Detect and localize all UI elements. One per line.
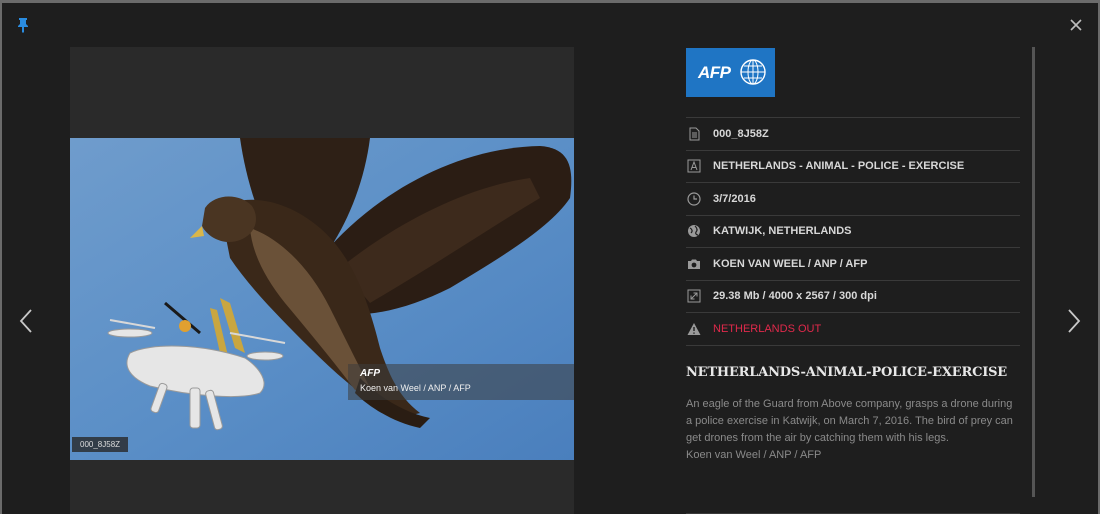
camera-icon (688, 259, 700, 269)
globe-icon (688, 225, 700, 238)
photo-id-badge: 000_8J58Z (72, 437, 129, 452)
warning-icon (687, 322, 701, 335)
photo-credit-overlay: AFP Koen van Weel / ANP / AFP (348, 364, 574, 400)
meta-row-photographer: KOEN VAN WEEL / ANP / AFP (686, 248, 1020, 281)
photo-headline: NETHERLANDS-ANIMAL-POLICE-EXERCISE (686, 365, 1008, 380)
eagle-drone-photo[interactable]: AFP Koen van Weel / ANP / AFP 000_8J58Z (70, 138, 574, 460)
document-icon (689, 127, 700, 141)
close-icon[interactable] (1068, 17, 1084, 33)
previous-arrow-icon[interactable] (18, 308, 34, 334)
photo-caption: An eagle of the Guard from Above company… (686, 396, 1016, 464)
meta-row-date: 3/7/2016 (686, 183, 1020, 216)
afp-logo: AFP (686, 48, 775, 97)
photo-credit-text: Koen van Weel / ANP / AFP (360, 383, 471, 393)
meta-row-restriction: NETHERLANDS OUT (686, 313, 1020, 346)
resize-icon (687, 289, 701, 303)
meta-title-text: NETHERLANDS - ANIMAL - POLICE - EXERCISE (713, 160, 965, 173)
meta-row-id: 000_8J58Z (686, 118, 1020, 151)
photo-lightbox: AFP Koen van Weel / ANP / AFP 000_8J58Z … (0, 0, 1100, 514)
pin-icon[interactable] (16, 17, 30, 33)
photo-details-panel: AFP 000_8J58Z NETHERLANDS - ANIMAL - POL… (686, 47, 1020, 514)
globe-logo-icon (740, 59, 766, 85)
meta-date-text: 3/7/2016 (713, 192, 756, 205)
meta-id-text: 000_8J58Z (713, 127, 769, 140)
caption-credit: Koen van Weel / ANP / AFP (686, 449, 822, 461)
clock-icon (687, 192, 701, 206)
meta-filesize-text: 29.38 Mb / 4000 x 2567 / 300 dpi (713, 290, 877, 303)
meta-photographer-text: KOEN VAN WEEL / ANP / AFP (713, 257, 868, 270)
meta-row-title: NETHERLANDS - ANIMAL - POLICE - EXERCISE (686, 151, 1020, 183)
letter-a-icon (687, 159, 701, 173)
details-scrollbar[interactable] (1032, 47, 1035, 497)
caption-text: An eagle of the Guard from Above company… (686, 398, 1013, 444)
next-arrow-icon[interactable] (1066, 308, 1082, 334)
metadata-list: 000_8J58Z NETHERLANDS - ANIMAL - POLICE … (686, 117, 1020, 346)
image-viewer: AFP Koen van Weel / ANP / AFP 000_8J58Z (70, 47, 574, 514)
photo-credit-logo: AFP (360, 368, 380, 379)
meta-row-location: KATWIJK, NETHERLANDS (686, 216, 1020, 248)
meta-row-filesize: 29.38 Mb / 4000 x 2567 / 300 dpi (686, 281, 1020, 313)
meta-location-text: KATWIJK, NETHERLANDS (713, 225, 852, 238)
afp-logo-text: AFP (698, 63, 731, 82)
meta-restriction-text: NETHERLANDS OUT (713, 322, 822, 335)
